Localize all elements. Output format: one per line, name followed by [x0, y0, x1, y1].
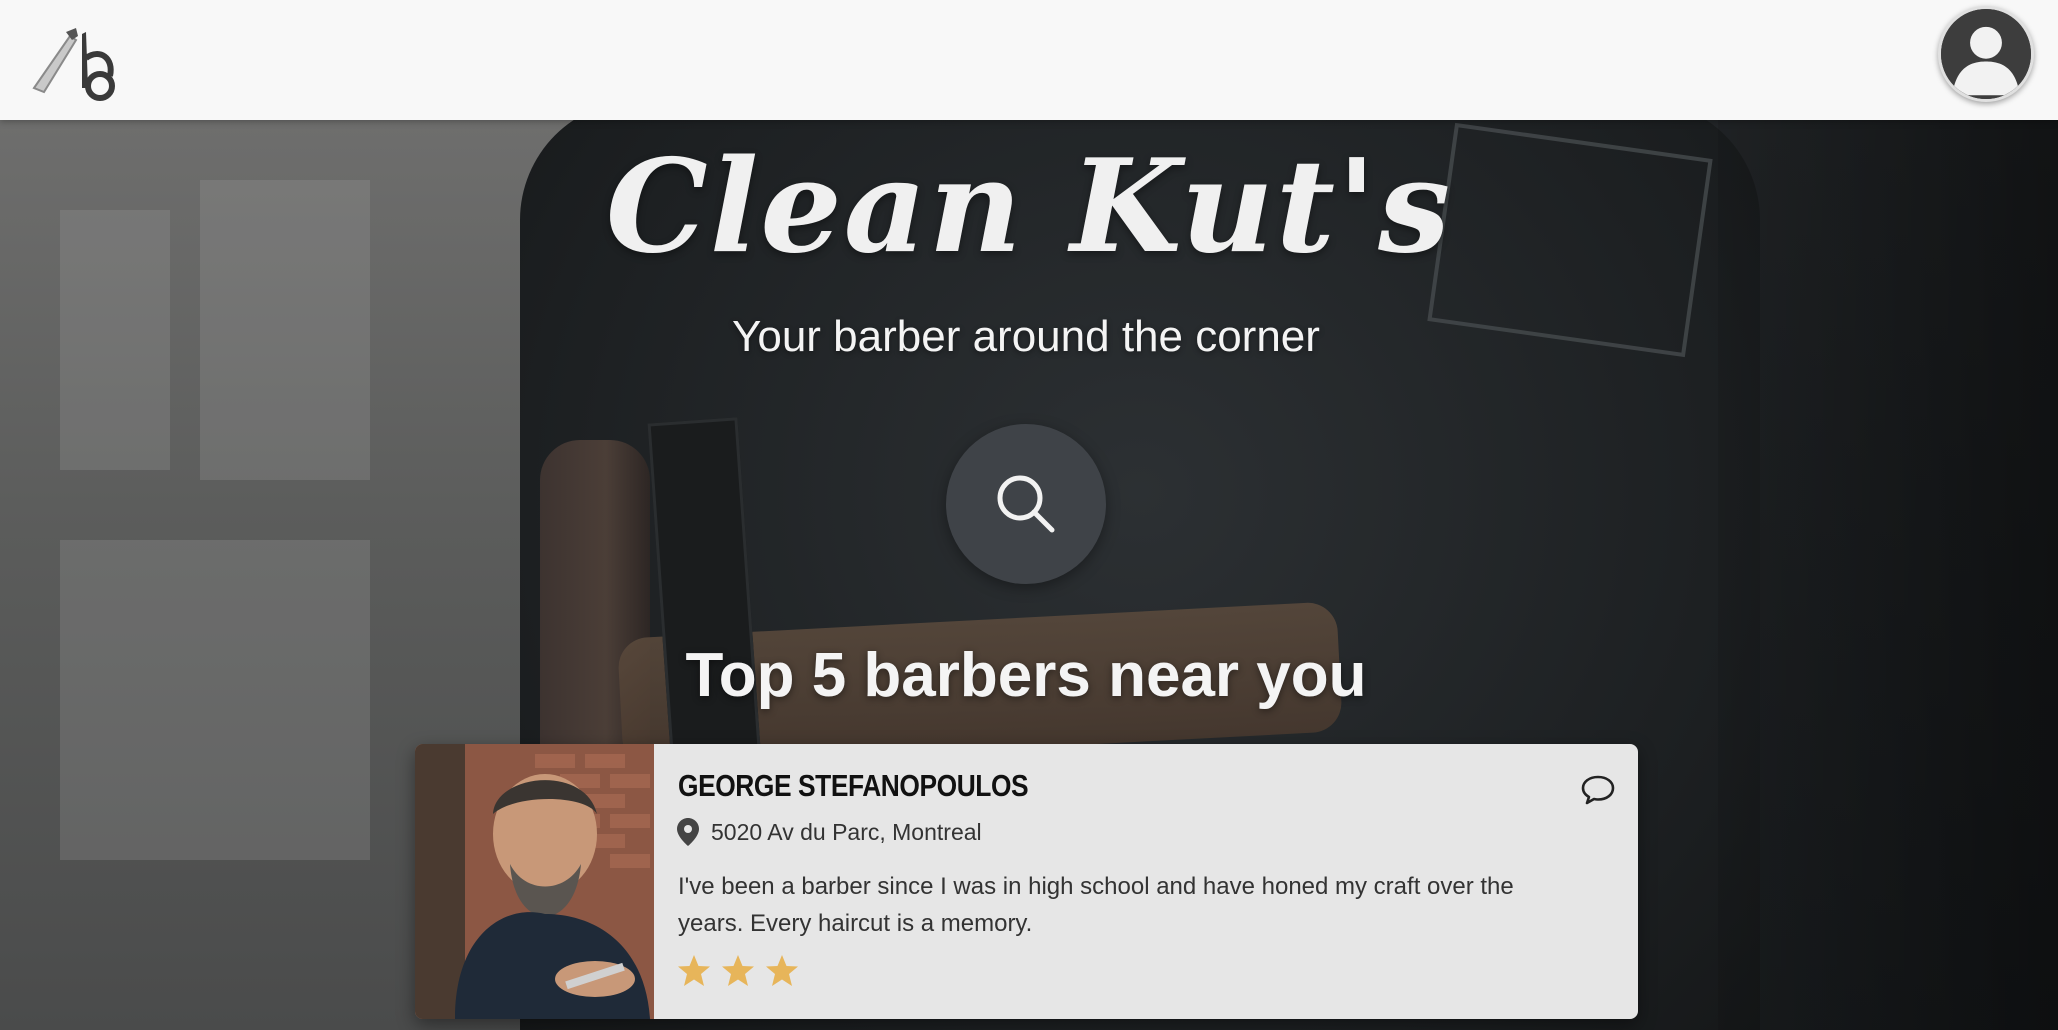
top-barbers-heading: Top 5 barbers near you [685, 641, 1367, 710]
barber-name: GEORGE STEFANOPOULOS [678, 768, 1029, 803]
barber-address-row: 5020 Av du Parc, Montreal [677, 818, 982, 846]
search-icon [997, 475, 1055, 533]
brand-title: Clean Kut's [605, 132, 1453, 282]
hero-section: Clean Kut's Your barber around the corne… [0, 120, 2058, 1030]
star-icon [722, 955, 754, 986]
barber-card[interactable]: GEORGE STEFANOPOULOS 5020 Av du Parc, Mo… [415, 744, 1638, 1019]
star-icon [678, 955, 710, 986]
search-button[interactable] [946, 424, 1106, 584]
chat-bubble-icon[interactable] [1580, 774, 1616, 806]
user-avatar-icon[interactable] [1938, 6, 2034, 102]
razor-scissors-logo-icon[interactable] [30, 28, 120, 104]
barber-address: 5020 Av du Parc, Montreal [711, 818, 982, 845]
rating-stars [677, 954, 799, 988]
tagline: Your barber around the corner [732, 312, 1320, 361]
top-navbar [0, 0, 2058, 120]
barber-photo [415, 744, 654, 1019]
location-pin-icon [677, 818, 699, 846]
barber-bio: I've been a barber since I was in high s… [678, 873, 1514, 937]
star-icon [766, 955, 798, 986]
